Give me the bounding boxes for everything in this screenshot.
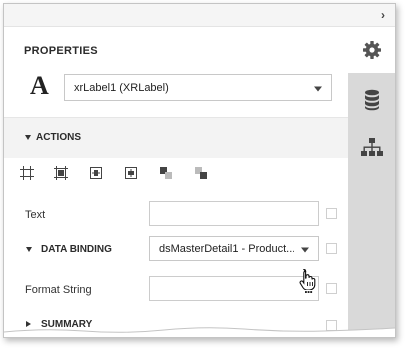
bring-to-front-icon[interactable] bbox=[159, 166, 173, 180]
control-type-icon: A bbox=[30, 71, 49, 100]
align-to-grid-icon[interactable] bbox=[20, 166, 34, 180]
panel-title: PROPERTIES bbox=[24, 45, 98, 57]
data-binding-dropdown[interactable]: dsMasterDetail1 - Product... bbox=[149, 236, 319, 261]
collapse-panel-icon[interactable]: › bbox=[375, 7, 391, 23]
expand-triangle-icon bbox=[26, 247, 32, 252]
control-selector-dropdown[interactable]: xrLabel1 (XRLabel) bbox=[64, 74, 332, 101]
format-string-input[interactable]: ... bbox=[149, 276, 319, 301]
properties-panel: › PROPERTIES A xrLabel1 (XRLabel) ACTION… bbox=[3, 3, 396, 338]
center-vertically-icon[interactable] bbox=[124, 166, 138, 180]
tab-field-list[interactable] bbox=[348, 77, 395, 123]
properties-content: PROPERTIES A xrLabel1 (XRLabel) ACTIONS bbox=[4, 27, 348, 337]
torn-edge bbox=[4, 327, 395, 337]
format-string-label: Format String bbox=[25, 284, 92, 296]
panel-top-bar: › bbox=[4, 4, 395, 27]
text-property-label: Text bbox=[25, 209, 46, 221]
data-binding-label[interactable]: DATA BINDING bbox=[41, 244, 112, 255]
chevron-down-icon bbox=[301, 247, 309, 252]
send-to-back-icon[interactable] bbox=[194, 166, 208, 180]
tab-properties[interactable] bbox=[348, 27, 395, 73]
actions-section-header[interactable]: ACTIONS bbox=[4, 118, 348, 158]
actions-header-label: ACTIONS bbox=[36, 132, 81, 143]
data-binding-checkbox[interactable] bbox=[326, 243, 337, 254]
tab-report-explorer[interactable] bbox=[348, 125, 395, 171]
database-icon bbox=[364, 89, 379, 111]
side-tab-bar bbox=[348, 27, 395, 337]
text-property-input[interactable] bbox=[149, 201, 319, 226]
hand-cursor-icon bbox=[299, 268, 316, 290]
control-selector-value: xrLabel1 (XRLabel) bbox=[74, 81, 169, 94]
center-horizontally-icon[interactable] bbox=[89, 166, 103, 180]
format-string-checkbox[interactable] bbox=[326, 283, 337, 294]
chevron-down-icon bbox=[314, 86, 322, 91]
gear-icon bbox=[362, 41, 381, 59]
data-binding-value: dsMasterDetail1 - Product... bbox=[159, 242, 294, 255]
text-property-checkbox[interactable] bbox=[326, 208, 337, 219]
report-explorer-icon bbox=[360, 138, 383, 156]
expand-triangle-icon bbox=[25, 135, 31, 140]
size-to-grid-icon[interactable] bbox=[54, 166, 68, 180]
